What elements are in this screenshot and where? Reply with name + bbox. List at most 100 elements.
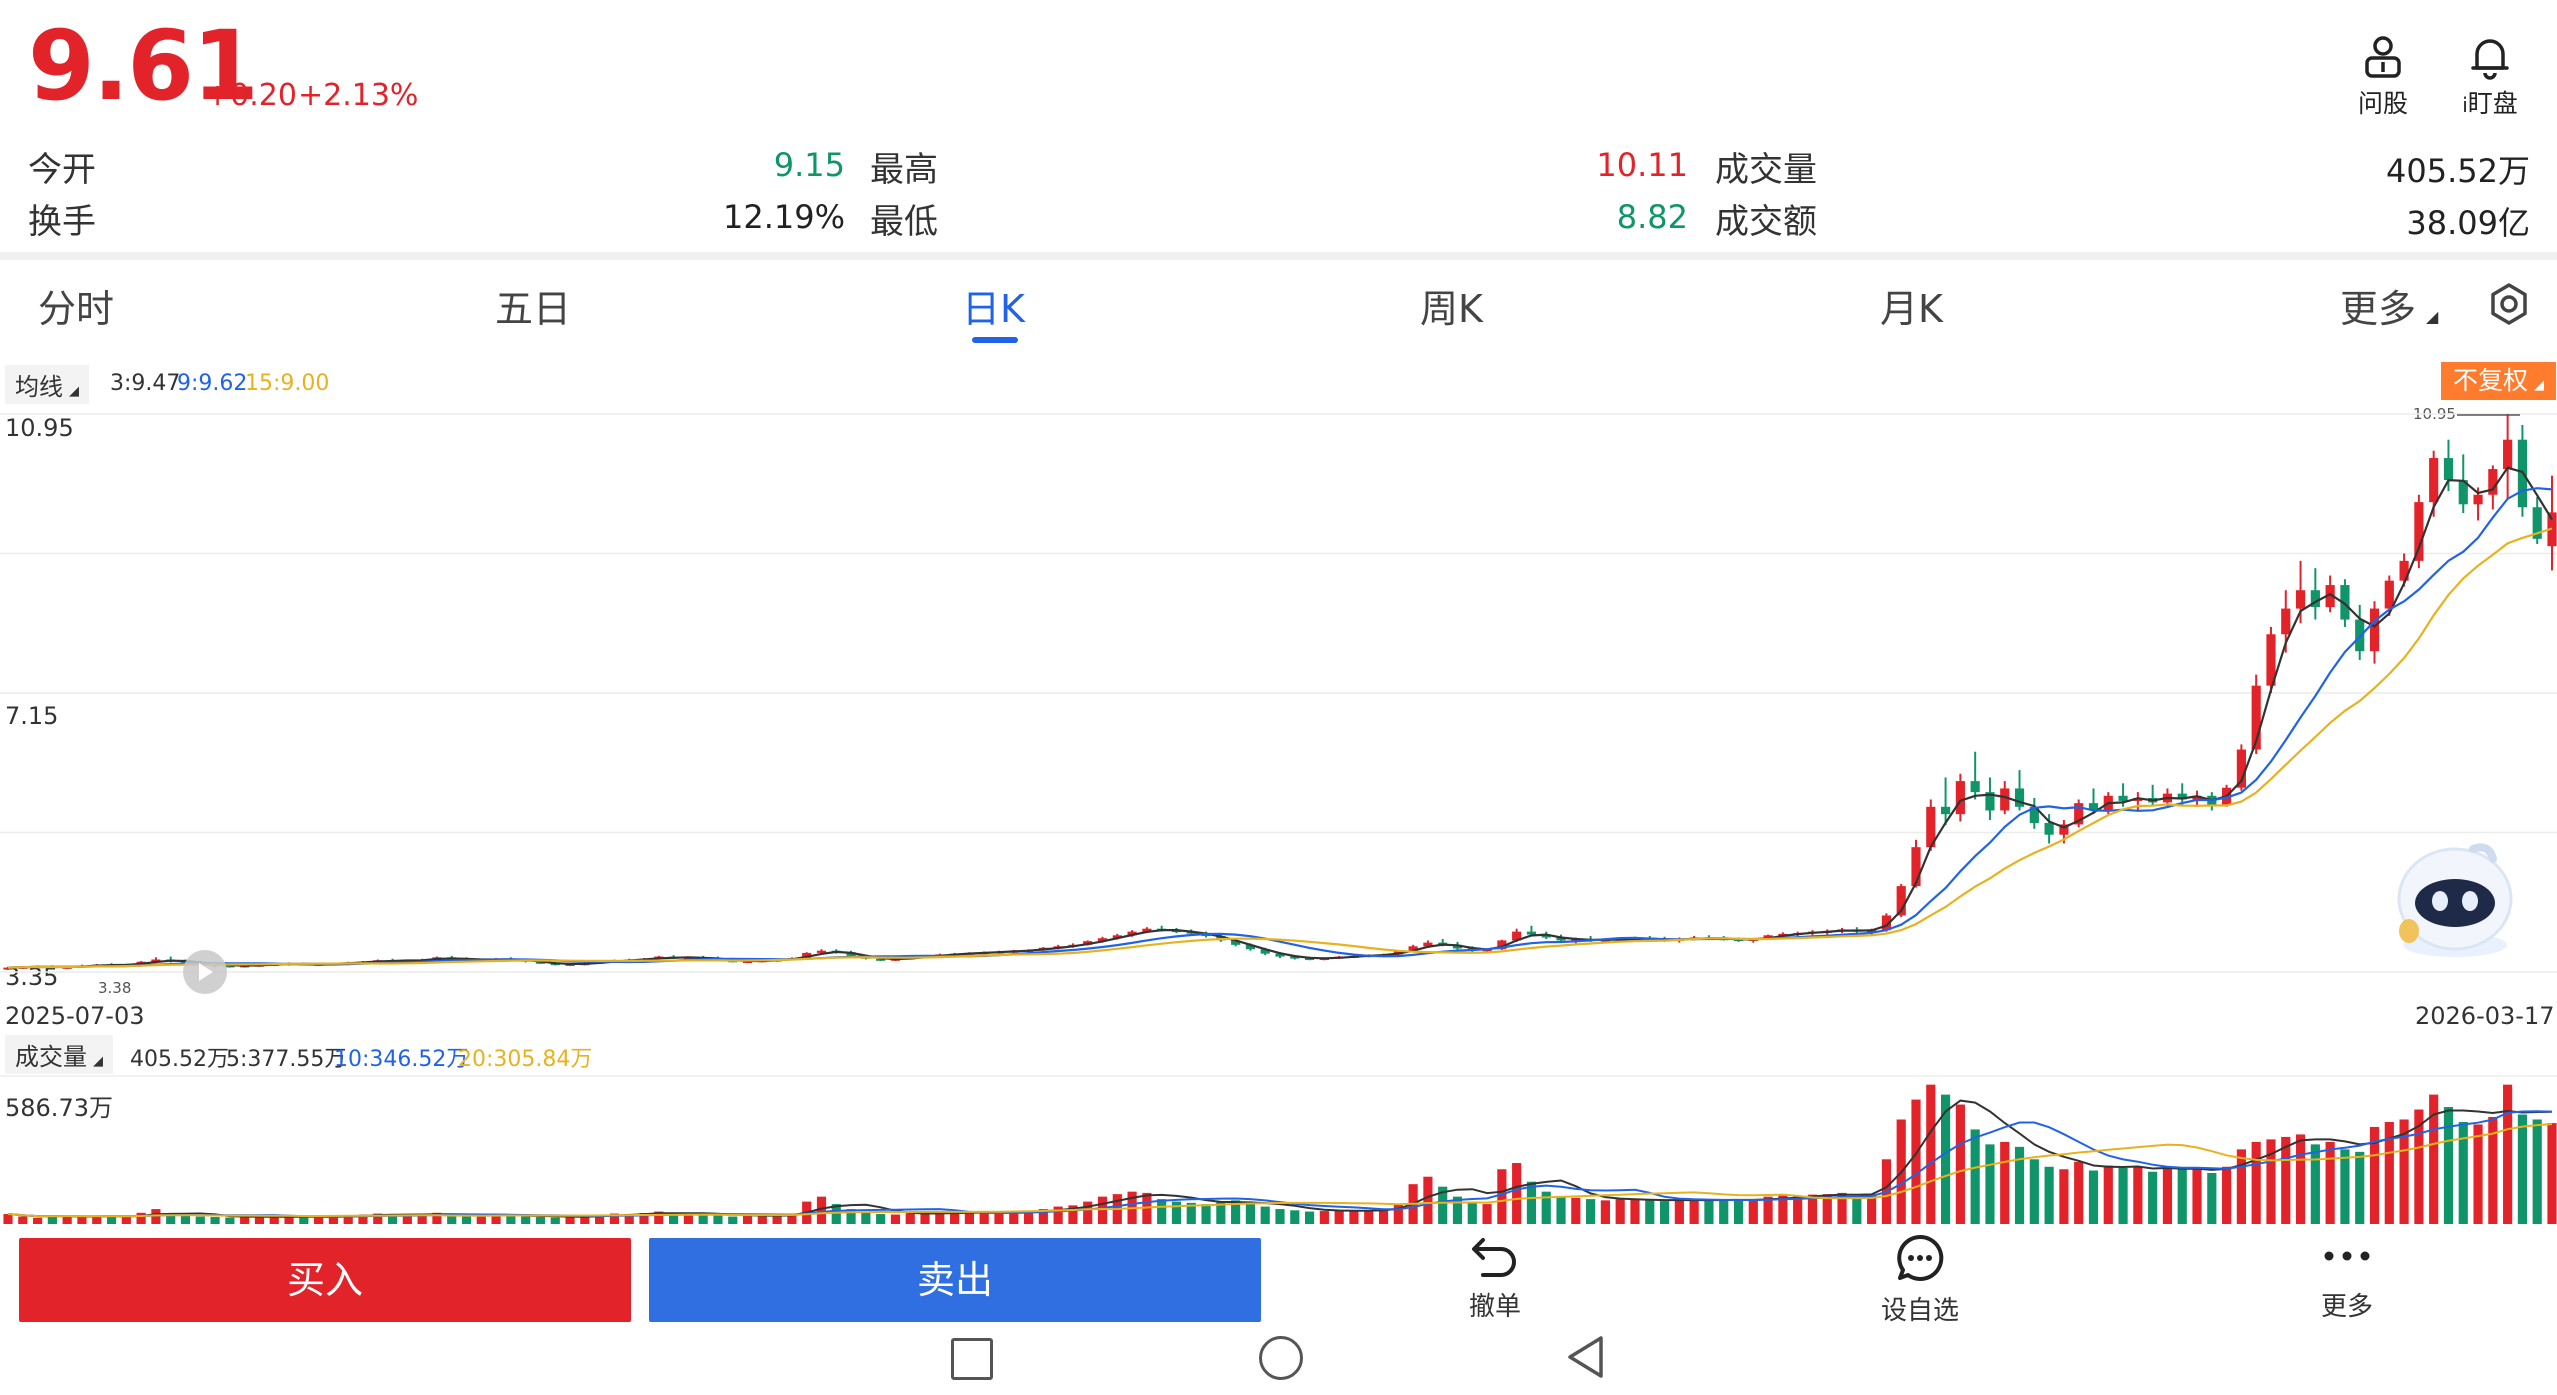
volume-bar: [2443, 1107, 2454, 1224]
volume-bar: [2251, 1141, 2261, 1224]
volume-bar: [1659, 1201, 1670, 1224]
undo-icon: [1472, 1238, 1516, 1277]
tab-five-day[interactable]: 五日: [495, 278, 571, 333]
volume-bar: [1260, 1206, 1270, 1224]
volume-bar: [1985, 1144, 1995, 1224]
volume-bar: [2281, 1136, 2291, 1224]
volume-bar: [2503, 1084, 2513, 1224]
volume-bar: [2103, 1165, 2113, 1224]
volume-bar: [1201, 1204, 1211, 1224]
volume-bar: [195, 1216, 205, 1224]
volume-bar: [136, 1212, 146, 1224]
buy-button[interactable]: 买入: [19, 1238, 631, 1322]
volume-bar: [1940, 1094, 1951, 1224]
candle-body: [1970, 781, 1980, 793]
ma3-line: [7, 466, 2553, 969]
volume-bar: [2473, 1124, 2483, 1224]
ai-assistant-button[interactable]: [2385, 835, 2525, 965]
watch-button[interactable]: i盯盘: [2440, 34, 2540, 120]
tab-weekly-k[interactable]: 周K: [1420, 278, 1483, 333]
volume-bar: [950, 1212, 960, 1224]
volume-bar: [1926, 1084, 1936, 1224]
volume-bar: [2310, 1144, 2320, 1224]
volume-bar: [2340, 1149, 2350, 1224]
stat-value-low: 8.82: [1616, 198, 1688, 236]
volume-bar: [1482, 1204, 1492, 1224]
candle-body: [2044, 822, 2054, 835]
candlestick-chart[interactable]: [0, 400, 2557, 1000]
volume-bar: [1290, 1210, 1300, 1224]
stat-label-volume: 成交量: [1715, 150, 1817, 190]
volume-bar: [742, 1216, 753, 1224]
candle-body: [2473, 494, 2483, 505]
volume-bar: [1852, 1196, 1862, 1224]
volume-bar: [2000, 1141, 2010, 1224]
ma15-legend: 15:9.00: [245, 371, 330, 396]
tab-intraday[interactable]: 分时: [38, 278, 114, 333]
candle-body: [2369, 608, 2380, 652]
stat-label-low: 最低: [870, 202, 938, 242]
volume-bar: [713, 1215, 723, 1224]
stat-value-turnover: 12.19%: [722, 198, 845, 236]
ma-indicator-selector[interactable]: 均线 ◢: [5, 365, 89, 404]
volume-bar: [1719, 1200, 1729, 1224]
ask-stock-button[interactable]: 问股: [2333, 34, 2433, 120]
adjust-mode-selector[interactable]: 不复权 ◢: [2441, 362, 2556, 400]
volume-legend-current: 405.52万: [130, 1047, 229, 1072]
volume-bar: [2222, 1166, 2232, 1224]
volume-bar: [47, 1216, 57, 1224]
volume-bar: [1423, 1176, 1433, 1224]
play-icon: [199, 963, 213, 981]
volume-bar: [240, 1216, 250, 1224]
stat-label-open: 今开: [28, 150, 96, 190]
user-question-icon: [2333, 34, 2433, 84]
tab-more[interactable]: 更多 ◢: [2340, 278, 2438, 333]
x-label-start: 2025-07-03: [5, 1002, 145, 1030]
volume-bar: [1245, 1202, 1256, 1224]
volume-bar: [890, 1214, 901, 1224]
volume-bar: [1275, 1209, 1285, 1224]
candle-body: [2295, 590, 2306, 609]
tab-monthly-k[interactable]: 月K: [1880, 278, 1943, 333]
stat-value-volume: 405.52万: [2386, 152, 2530, 190]
volume-bar: [1083, 1201, 1093, 1224]
ma15-line: [7, 527, 2553, 969]
volume-bar: [1378, 1209, 1389, 1224]
volume-bar: [1097, 1196, 1108, 1224]
volume-bar: [1674, 1200, 1684, 1224]
volume-bar: [1304, 1211, 1315, 1224]
caret-down-icon: ◢: [69, 384, 79, 399]
volume-bar: [210, 1217, 220, 1224]
more-actions-button[interactable]: 更多: [2287, 1232, 2407, 1323]
add-watchlist-button[interactable]: 设自选: [1860, 1232, 1980, 1327]
candle-body: [2503, 439, 2513, 470]
volume-bar: [18, 1216, 28, 1224]
ask-stock-label: 问股: [2357, 89, 2408, 118]
candle-body: [2443, 458, 2454, 481]
chart-tool-handle[interactable]: [183, 950, 227, 994]
more-dots-icon: [2324, 1251, 2370, 1261]
chart-settings-button[interactable]: [2487, 282, 2531, 330]
candle-body: [2014, 788, 2025, 807]
nav-home[interactable]: [1259, 1336, 1303, 1380]
volume-bar: [1571, 1197, 1581, 1224]
volume-bar: [2355, 1151, 2365, 1224]
volume-bar: [1512, 1163, 1522, 1224]
tab-daily-k[interactable]: 日K: [962, 278, 1025, 333]
stat-value-high: 10.11: [1596, 146, 1688, 184]
sell-button[interactable]: 卖出: [649, 1238, 1261, 1322]
ma9-line: [7, 487, 2553, 969]
volume-bar: [2207, 1172, 2217, 1224]
volume-bar: [106, 1216, 117, 1224]
volume-bar: [2162, 1168, 2173, 1224]
stat-label-amount: 成交额: [1715, 202, 1817, 242]
price-change: +0.20: [205, 78, 297, 113]
volume-bar: [1157, 1199, 1167, 1224]
candle-body: [1955, 781, 1965, 815]
cancel-order-button[interactable]: 撤单: [1435, 1232, 1555, 1323]
volume-chart[interactable]: [0, 1072, 2557, 1224]
nav-back[interactable]: [1565, 1334, 1607, 1384]
volume-bar: [535, 1217, 546, 1224]
nav-recent-apps[interactable]: [951, 1338, 993, 1380]
volume-indicator-selector[interactable]: 成交量 ◢: [5, 1035, 113, 1074]
